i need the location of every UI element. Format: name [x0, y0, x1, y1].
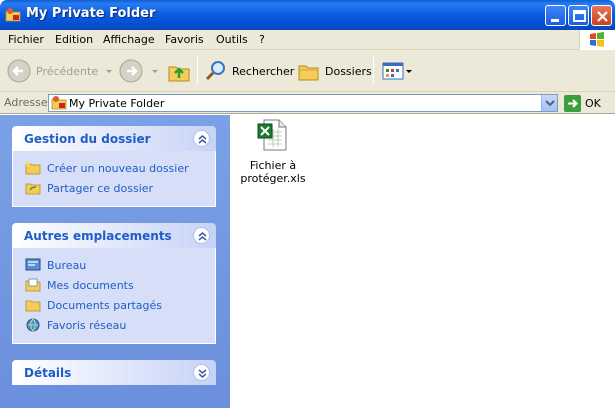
- up-folder-icon: [168, 66, 190, 82]
- details-panel: Détails: [12, 360, 216, 385]
- menu-favorites[interactable]: Favoris: [165, 33, 204, 46]
- go-label: OK: [585, 97, 601, 110]
- menu-file[interactable]: Fichier: [8, 33, 44, 46]
- private-folder-icon: [51, 96, 67, 110]
- toolbar-separator: [373, 56, 374, 84]
- back-label: Précédente: [36, 64, 99, 78]
- address-value: My Private Folder: [69, 97, 165, 110]
- folders-icon: [298, 65, 319, 81]
- place-label: Bureau: [47, 258, 87, 272]
- go-button[interactable]: OK: [564, 95, 612, 112]
- place-label: Favoris réseau: [47, 318, 127, 332]
- maximize-icon: [573, 10, 586, 22]
- address-dropdown-button[interactable]: [541, 95, 557, 111]
- menu-help[interactable]: ?: [259, 33, 265, 46]
- expand-button[interactable]: [193, 364, 210, 381]
- desktop-icon: [25, 258, 41, 271]
- address-input[interactable]: My Private Folder: [48, 94, 558, 112]
- chevron-up-double-icon: [198, 232, 207, 241]
- new-folder-icon: [25, 161, 41, 175]
- address-bar: Adresse My Private Folder OK: [0, 92, 615, 114]
- maximize-button[interactable]: [568, 5, 589, 26]
- folder-tasks-panel: Gestion du dossier Créer un nouveau doss…: [12, 126, 216, 207]
- menu-bar: Fichier Edition Affichage Favoris Outils…: [0, 30, 615, 50]
- forward-button[interactable]: [118, 56, 160, 86]
- forward-arrow-icon: [119, 59, 143, 83]
- shared-documents-icon: [25, 300, 41, 312]
- place-my-documents[interactable]: Mes documents: [25, 275, 215, 295]
- menu-view[interactable]: Affichage: [103, 33, 155, 46]
- folders-button[interactable]: Dossiers: [297, 56, 372, 86]
- search-icon: [205, 61, 225, 81]
- minimize-icon: [551, 19, 559, 22]
- search-button[interactable]: Rechercher: [204, 56, 294, 86]
- folders-label: Dossiers: [325, 64, 372, 78]
- place-label: Documents partagés: [47, 298, 162, 312]
- panel-title: Gestion du dossier: [24, 132, 151, 146]
- back-button[interactable]: Précédente: [6, 56, 114, 86]
- collapse-button[interactable]: [193, 227, 210, 244]
- panel-header[interactable]: Détails: [12, 360, 216, 385]
- menu-edit[interactable]: Edition: [55, 33, 93, 46]
- excel-file-icon: [257, 119, 287, 151]
- place-shared-documents[interactable]: Documents partagés: [25, 295, 215, 315]
- windows-logo: [579, 30, 615, 50]
- panel-title: Détails: [24, 366, 72, 380]
- toolbar: Précédente Rechercher Dossiers: [0, 50, 615, 92]
- chevron-down-double-icon: [198, 369, 207, 378]
- chevron-down-icon: [106, 70, 113, 73]
- chevron-down-icon: [152, 70, 158, 73]
- shared-folder-icon: [25, 183, 41, 195]
- panel-body: Créer un nouveau dossier Partager ce dos…: [12, 151, 216, 207]
- chevron-down-icon: [406, 70, 412, 73]
- views-button[interactable]: [381, 56, 413, 86]
- place-label: Mes documents: [47, 278, 134, 292]
- chevron-down-icon: [545, 100, 555, 107]
- panel-title: Autres emplacements: [24, 229, 172, 243]
- back-arrow-icon: [7, 59, 31, 83]
- my-documents-icon: [25, 278, 41, 292]
- views-icon: [382, 62, 404, 80]
- file-name: Fichier à protéger.xls: [240, 159, 306, 185]
- panel-body: Bureau Mes documents Documents partagés …: [12, 248, 216, 344]
- toolbar-separator: [197, 56, 198, 84]
- address-label: Adresse: [4, 96, 48, 109]
- file-item[interactable]: Fichier à protéger.xls: [240, 118, 306, 185]
- panel-header[interactable]: Gestion du dossier: [12, 126, 216, 151]
- menu-tools[interactable]: Outils: [216, 33, 248, 46]
- windows-flag-icon: [590, 32, 604, 47]
- window-title: My Private Folder: [26, 6, 156, 21]
- search-label: Rechercher: [232, 64, 295, 78]
- minimize-button[interactable]: [545, 5, 566, 26]
- task-label: Créer un nouveau dossier: [47, 161, 189, 175]
- panel-header[interactable]: Autres emplacements: [12, 223, 216, 248]
- go-arrow-icon: [564, 95, 581, 112]
- other-places-panel: Autres emplacements Bureau Mes documents…: [12, 223, 216, 344]
- task-new-folder[interactable]: Créer un nouveau dossier: [25, 158, 215, 178]
- private-folder-icon: [5, 8, 21, 22]
- collapse-button[interactable]: [193, 130, 210, 147]
- place-network[interactable]: Favoris réseau: [25, 315, 215, 335]
- place-desktop[interactable]: Bureau: [25, 255, 215, 275]
- task-label: Partager ce dossier: [47, 181, 154, 195]
- close-icon: [597, 11, 608, 22]
- network-globe-icon: [26, 318, 40, 332]
- task-pane: Gestion du dossier Créer un nouveau doss…: [0, 115, 230, 408]
- title-bar[interactable]: My Private Folder: [0, 0, 615, 30]
- task-share-folder[interactable]: Partager ce dossier: [25, 178, 215, 198]
- close-button[interactable]: [591, 5, 612, 26]
- chevron-up-double-icon: [198, 135, 207, 144]
- up-folder-button[interactable]: [166, 56, 192, 86]
